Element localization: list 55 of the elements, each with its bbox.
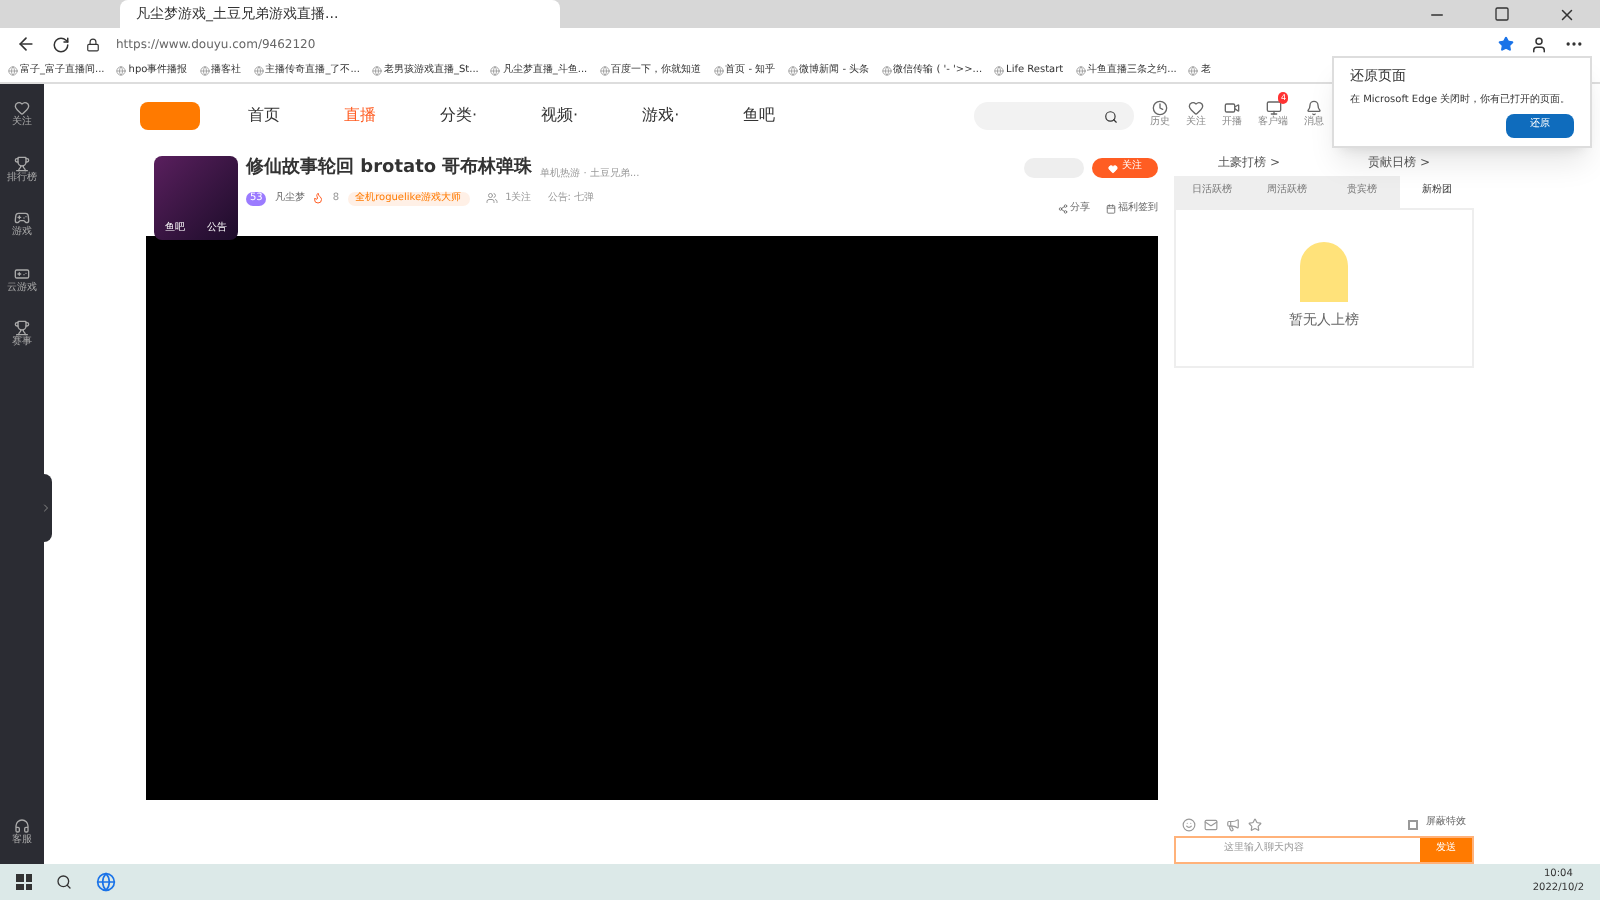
refresh-icon[interactable] — [52, 35, 70, 53]
heart-icon — [1108, 163, 1118, 173]
favorite-icon[interactable] — [1498, 36, 1514, 52]
globe-icon — [1075, 66, 1086, 76]
header-icon — [1265, 100, 1281, 117]
mail-icon[interactable] — [1204, 817, 1218, 831]
share-icon — [1058, 204, 1068, 215]
nav-item[interactable]: 分类· — [440, 104, 478, 128]
users-icon — [485, 192, 498, 205]
calendar-icon — [1106, 204, 1116, 215]
chevron-icon — [40, 502, 52, 514]
header-icon — [1306, 100, 1322, 117]
header-icon — [1188, 100, 1204, 117]
checkbox[interactable] — [1408, 819, 1418, 829]
globe-icon — [116, 66, 127, 76]
globe-icon — [994, 66, 1005, 76]
globe-icon — [371, 66, 382, 76]
globe-icon — [881, 66, 892, 76]
search-field[interactable] — [974, 102, 1134, 130]
sidebar-icon — [14, 210, 30, 226]
sidebar-icon — [14, 265, 30, 281]
profile-icon[interactable] — [1530, 35, 1548, 53]
globe-icon — [253, 66, 264, 76]
globe-icon — [199, 66, 210, 76]
sidebar-icon — [14, 320, 30, 336]
star-icon[interactable] — [1248, 817, 1262, 831]
lock-icon — [86, 37, 100, 51]
nav-item[interactable]: 游戏· — [642, 104, 680, 128]
globe-icon — [1188, 66, 1199, 76]
globe-icon — [787, 66, 798, 76]
header-icon — [1152, 100, 1168, 117]
header-icon — [1224, 100, 1240, 117]
browser-icon[interactable] — [96, 872, 116, 892]
globe-icon — [713, 66, 724, 76]
nav-item[interactable]: 鱼吧 — [743, 104, 776, 128]
sidebar-icon — [14, 100, 30, 116]
globe-icon — [8, 66, 18, 76]
globe-icon — [599, 66, 610, 76]
sidebar-icon — [14, 155, 30, 171]
nav-item[interactable]: 首页 — [248, 104, 280, 128]
room-title: 修仙故事轮回 brotato 哥布林弹珠 — [246, 156, 533, 182]
search-icon[interactable] — [56, 874, 72, 890]
start-icon[interactable] — [16, 874, 32, 890]
search-icon[interactable] — [1104, 109, 1118, 123]
expand-handle[interactable] — [40, 474, 52, 542]
nav-item[interactable]: 视频· — [541, 104, 579, 128]
headset-icon — [14, 817, 30, 833]
back-icon[interactable] — [16, 34, 36, 54]
flame-icon — [312, 192, 325, 205]
megaphone-icon[interactable] — [1226, 817, 1240, 831]
emoji-icon[interactable] — [1182, 817, 1196, 831]
mascot-drawing — [1300, 242, 1348, 303]
close-icon[interactable] — [1558, 5, 1576, 23]
globe-icon — [490, 66, 501, 76]
maximize-icon[interactable] — [1494, 6, 1510, 22]
